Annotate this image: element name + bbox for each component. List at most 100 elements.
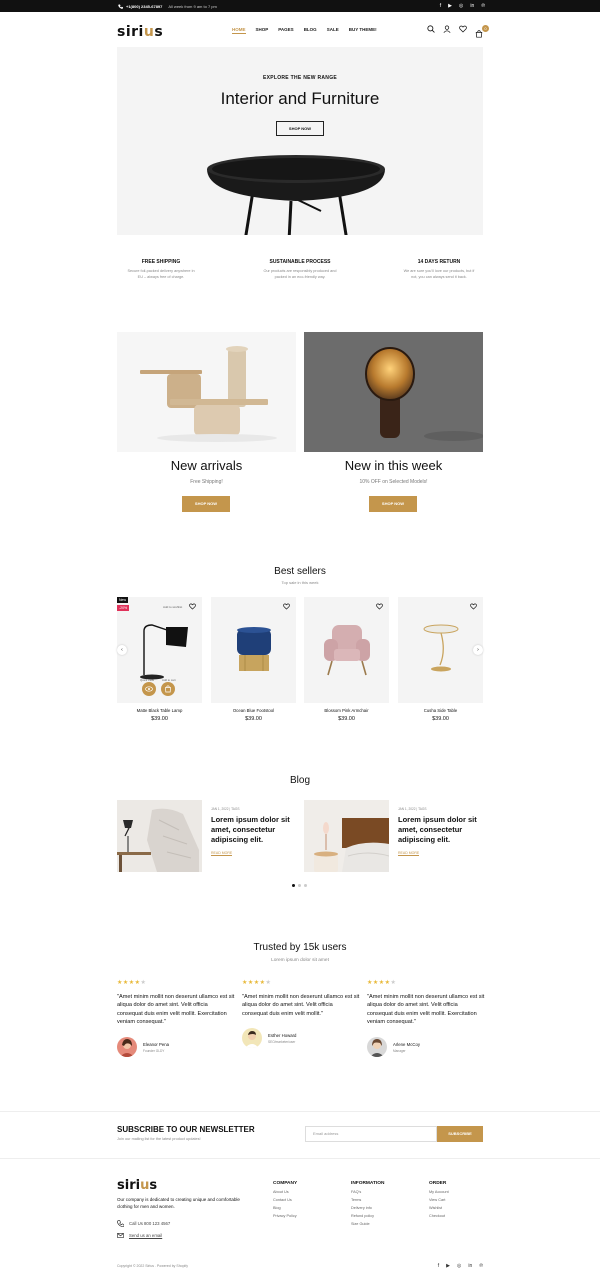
bestsellers-title: Best sellers: [274, 566, 326, 577]
footer-link[interactable]: About Us: [273, 1190, 297, 1194]
blog-post-title[interactable]: Lorem ipsum dolor sit amet, consectetur …: [398, 815, 483, 844]
cart-button[interactable]: 0: [475, 25, 489, 38]
footer-link[interactable]: My Account: [429, 1190, 449, 1194]
search-icon[interactable]: [427, 25, 435, 33]
add-to-cart-button[interactable]: [161, 682, 175, 696]
heart-icon[interactable]: [470, 603, 477, 610]
footer-column-title: ORDER: [429, 1181, 447, 1186]
footer-link[interactable]: View Cart: [429, 1198, 449, 1202]
instagram-icon[interactable]: ◎: [459, 3, 463, 9]
heart-icon[interactable]: [283, 603, 290, 610]
hero-banner: EXPLORE THE NEW RANGE Interior and Furni…: [117, 47, 483, 235]
read-more-link[interactable]: READ MORE: [398, 851, 420, 856]
product-price: $39.00: [151, 716, 168, 722]
blog-post-meta: JAN 1, 2022 | TAGS: [398, 807, 427, 811]
footer-phone[interactable]: Call Us 800 123 4567: [117, 1220, 170, 1227]
footer-link[interactable]: Size Guide: [351, 1222, 384, 1226]
promo-shop-now-button[interactable]: SHOP NOW: [182, 496, 230, 512]
author-name: Eleanor Pena: [143, 1041, 170, 1047]
facebook-icon[interactable]: f: [438, 1263, 439, 1269]
testimonial-quote: "Amet minim mollit non deserunt ullamco …: [117, 994, 235, 1026]
main-nav: HOME SHOP PAGES BLOG SALE BUY THEME!: [232, 27, 377, 34]
footer-link[interactable]: FAQ's: [351, 1190, 384, 1194]
promo-new-this-week-image[interactable]: [304, 332, 483, 452]
pinterest-icon[interactable]: ℗: [479, 1263, 483, 1269]
pagination-dot[interactable]: [304, 884, 307, 887]
nav-sale[interactable]: SALE: [327, 27, 339, 34]
feature-title: FREE SHIPPING: [141, 259, 181, 265]
product-image[interactable]: [304, 597, 389, 703]
footer-column-order: ORDER My Account View Cart Wishlist Chec…: [429, 1181, 449, 1218]
blog-post-image[interactable]: [117, 800, 202, 872]
linkedin-icon[interactable]: in: [468, 1263, 472, 1269]
site-logo[interactable]: sirius: [117, 24, 163, 40]
heart-icon[interactable]: [189, 603, 196, 610]
account-icon[interactable]: [443, 25, 451, 33]
product-image[interactable]: [211, 597, 296, 703]
product-name[interactable]: Blossom Pink Armchair: [304, 708, 389, 713]
facebook-icon[interactable]: f: [440, 3, 441, 9]
wishlist-tooltip: Add to wishlist: [163, 605, 183, 609]
carousel-prev-button[interactable]: ‹: [117, 645, 127, 655]
side-table-product-image: [423, 624, 459, 672]
product-card[interactable]: Cusha Side Table $39.00: [398, 597, 483, 722]
blog-post-image[interactable]: [304, 800, 389, 872]
newsletter-email-input[interactable]: Email address: [305, 1126, 437, 1142]
footer-link[interactable]: Privacy Policy: [273, 1214, 297, 1218]
product-card[interactable]: Ocean Blue Footstool $39.00: [211, 597, 296, 722]
product-card[interactable]: Blossom Pink Armchair $39.00: [304, 597, 389, 722]
read-more-link[interactable]: READ MORE: [211, 851, 233, 856]
linkedin-icon[interactable]: in: [470, 3, 474, 9]
product-card[interactable]: New -20% Add to wishlist Quick View Add …: [117, 597, 202, 722]
blog-post-title[interactable]: Lorem ipsum dolor sit amet, consectetur …: [211, 815, 296, 844]
product-image[interactable]: New -20% Add to wishlist Quick View Add …: [117, 597, 202, 703]
wishlist-icon[interactable]: [459, 25, 467, 33]
product-name[interactable]: Cusha Side Table: [398, 708, 483, 713]
nav-shop[interactable]: SHOP: [256, 27, 269, 34]
testimonial-card: ★★★★★ "Amet minim mollit non deserunt ul…: [242, 979, 360, 1018]
testimonials-subtitle: Lorem ipsum dolor sit amet: [271, 958, 329, 963]
footer-link[interactable]: Blog: [273, 1206, 297, 1210]
product-name[interactable]: Ocean Blue Footstool: [211, 708, 296, 713]
hero-shop-now-button[interactable]: SHOP NOW: [276, 121, 324, 136]
footer-link[interactable]: Delivery info: [351, 1206, 384, 1210]
topbar-phone[interactable]: +1(800) 2345-67897: [126, 4, 162, 9]
testimonial-author: Eleanor Pena Founder GLDY: [117, 1037, 169, 1057]
pinterest-icon[interactable]: ℗: [481, 3, 485, 9]
pagination-dot[interactable]: [292, 884, 295, 887]
footer-link[interactable]: Refund policy: [351, 1214, 384, 1218]
heart-icon[interactable]: [376, 603, 383, 610]
newsletter-title: SUBSCRIBE TO OUR NEWSLETTER: [117, 1125, 255, 1134]
footer-column-information: INFORMATION FAQ's Terms Delivery info Re…: [351, 1181, 384, 1226]
quick-view-button[interactable]: [142, 682, 156, 696]
carousel-next-button[interactable]: ›: [473, 645, 483, 655]
product-image[interactable]: [398, 597, 483, 703]
lamp-image: [365, 347, 483, 441]
footer-link[interactable]: Wishlist: [429, 1206, 449, 1210]
promo-shop-now-button[interactable]: SHOP NOW: [369, 496, 417, 512]
nav-pages[interactable]: PAGES: [278, 27, 293, 34]
footer-social: f ▶ ◎ in ℗: [438, 1263, 483, 1269]
footer-email-link[interactable]: Send us an email: [117, 1232, 162, 1239]
nav-blog[interactable]: BLOG: [304, 27, 317, 34]
phone-icon: [117, 1220, 124, 1227]
bag-icon: [165, 685, 171, 693]
product-name[interactable]: Matte Black Table Lamp: [117, 708, 202, 713]
footer-logo[interactable]: sirius: [117, 1178, 157, 1193]
author-role: Manager: [393, 1048, 406, 1053]
promo-new-arrivals-image[interactable]: [117, 332, 296, 452]
youtube-icon[interactable]: ▶: [448, 3, 452, 9]
promo-title: New arrivals: [170, 458, 243, 473]
section-divider: [0, 1158, 600, 1159]
pagination-dot[interactable]: [298, 884, 301, 887]
subscribe-button[interactable]: SUBSCRIBE: [437, 1126, 483, 1142]
footer-column-company: COMPANY About Us Contact Us Blog Privacy…: [273, 1181, 297, 1218]
instagram-icon[interactable]: ◎: [457, 1263, 461, 1269]
footer-link[interactable]: Checkout: [429, 1214, 449, 1218]
nav-buy-theme[interactable]: BUY THEME!: [349, 27, 377, 34]
rating-stars: ★★★★★: [367, 980, 397, 986]
footer-link[interactable]: Contact Us: [273, 1198, 297, 1202]
nav-home[interactable]: HOME: [232, 27, 246, 34]
footer-link[interactable]: Terms: [351, 1198, 384, 1202]
youtube-icon[interactable]: ▶: [446, 1263, 450, 1269]
